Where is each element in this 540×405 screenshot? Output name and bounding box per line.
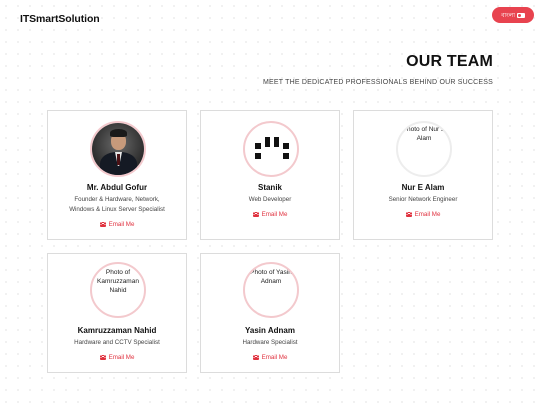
email-link[interactable]: Email Me: [48, 354, 186, 361]
envelope-icon: [99, 222, 106, 227]
email-label: Email Me: [108, 221, 135, 228]
team-card: Photo of Nur E Alam Nur E Alam Senior Ne…: [353, 110, 493, 240]
role-line: Windows & Linux Server Specialist: [69, 206, 165, 213]
member-role: Hardware and CCTV Specialist: [52, 338, 182, 348]
portrait-photo: [92, 123, 144, 175]
avatar: Photo of Nur E Alam: [396, 121, 452, 177]
photo-alt-text: Photo of Nur E Alam: [402, 126, 446, 142]
envelope-icon: [405, 212, 412, 217]
member-name: Nur E Alam: [401, 183, 445, 192]
avatar: Photo of Kamruzzaman Nahid: [90, 262, 146, 318]
member-name: Mr. Abdul Gofur: [86, 183, 148, 192]
email-label: Email Me: [108, 354, 135, 361]
avatar: [90, 121, 146, 177]
team-card: Photo of Yasin Adnam Yasin Adnam Hardwar…: [200, 253, 340, 373]
site-brand[interactable]: ITSmartSolution: [20, 13, 100, 25]
envelope-icon: [252, 212, 259, 217]
photo-alt-text: Photo of Kamruzzaman Nahid: [97, 269, 139, 294]
logo-mark-icon: [255, 137, 289, 159]
role-line: Hardware Specialist: [242, 339, 298, 346]
section-subtitle: MEET THE DEDICATED PROFESSIONALS BEHIND …: [263, 79, 493, 86]
team-card: Stanik Web Developer Email Me: [200, 110, 340, 240]
email-label: Email Me: [261, 354, 288, 361]
avatar: Photo of Yasin Adnam: [243, 262, 299, 318]
role-line: Hardware and CCTV Specialist: [74, 339, 160, 346]
team-card: Photo of Kamruzzaman Nahid Kamruzzaman N…: [47, 253, 187, 373]
member-role: Senior Network Engineer: [358, 195, 488, 205]
member-role: Web Developer: [205, 195, 335, 205]
member-role: Founder & Hardware, Network, Windows & L…: [52, 195, 182, 215]
email-label: Email Me: [414, 211, 441, 218]
email-link[interactable]: Email Me: [354, 211, 492, 218]
language-label: বাংলা: [501, 12, 515, 19]
member-name: Kamruzzaman Nahid: [77, 326, 157, 335]
team-card: Mr. Abdul Gofur Founder & Hardware, Netw…: [47, 110, 187, 240]
email-link[interactable]: Email Me: [201, 211, 339, 218]
photo-alt-text: Photo of Yasin Adnam: [250, 269, 292, 285]
role-line: Senior Network Engineer: [388, 196, 458, 203]
envelope-icon: [99, 355, 106, 360]
role-line: Founder & Hardware, Network,: [74, 196, 160, 203]
member-name: Stanik: [257, 183, 282, 192]
flag-icon: [516, 12, 525, 18]
avatar: [243, 121, 299, 177]
member-role: Hardware Specialist: [205, 338, 335, 348]
member-name: Yasin Adnam: [245, 326, 295, 335]
email-link[interactable]: Email Me: [201, 354, 339, 361]
email-label: Email Me: [261, 211, 288, 218]
language-toggle-button[interactable]: বাংলা: [492, 7, 534, 23]
envelope-icon: [252, 355, 259, 360]
email-link[interactable]: Email Me: [48, 221, 186, 228]
section-title: OUR TEAM: [406, 53, 493, 70]
role-line: Web Developer: [248, 196, 292, 203]
